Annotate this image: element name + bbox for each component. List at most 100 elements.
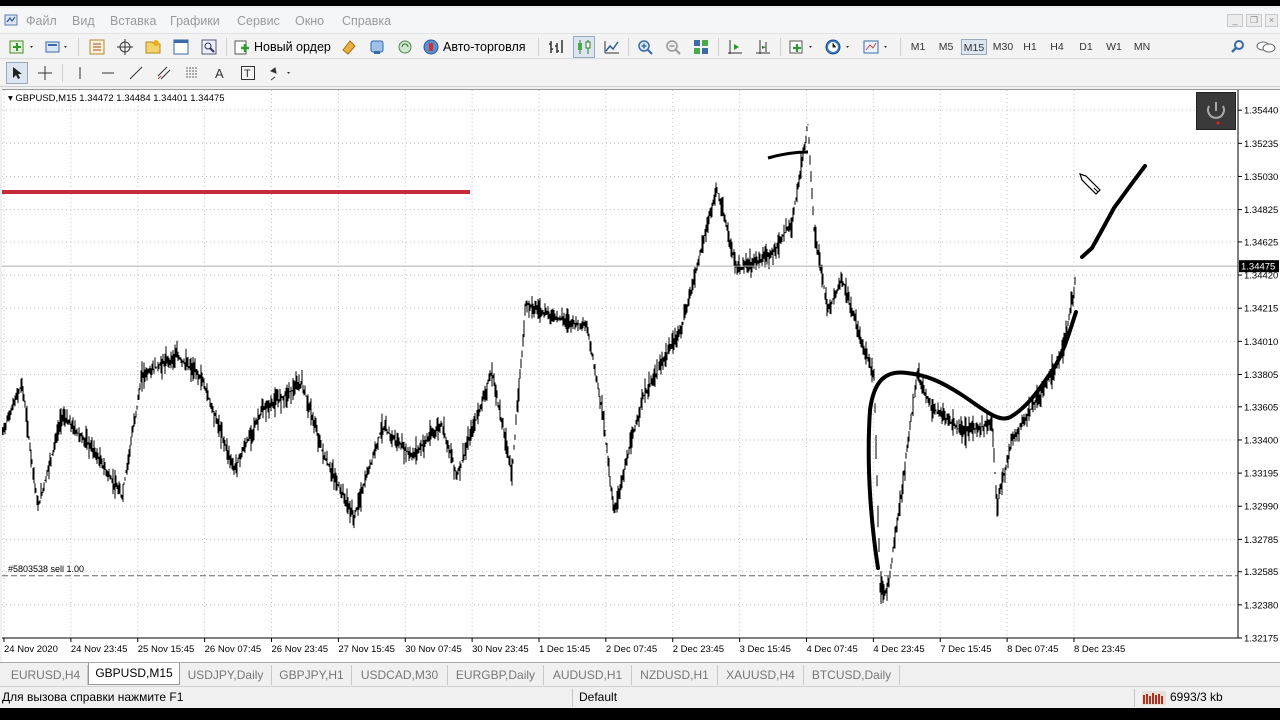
new-chart-icon xyxy=(9,40,33,54)
time-tick-label: 4 Dec 07:45 xyxy=(807,644,858,655)
svg-text:A: A xyxy=(215,66,224,81)
time-tick-label: 26 Nov 07:45 xyxy=(205,644,262,655)
terminal-button[interactable] xyxy=(170,36,192,58)
text-icon: A xyxy=(215,66,224,81)
profiles-icon xyxy=(45,41,67,53)
time-tick-label: 8 Dec 07:45 xyxy=(1007,644,1058,655)
time-tick-label: 4 Dec 23:45 xyxy=(873,644,924,655)
close-icon[interactable]: × xyxy=(1265,14,1278,27)
candles-button[interactable] xyxy=(573,36,595,58)
timeframe-m30[interactable]: M30 xyxy=(990,39,1016,55)
equidistant-channel-button[interactable] xyxy=(154,62,174,84)
timeframe-m5[interactable]: M5 xyxy=(935,39,957,55)
menu-window[interactable]: Окно xyxy=(295,14,324,28)
tab-usdcad-m30[interactable]: USDCAD,M30 xyxy=(352,665,448,685)
zoom-out-button[interactable] xyxy=(662,36,684,58)
chart-window[interactable]: 1.35440 1.35235 1.35030 1.34825 1.34625 1.344… xyxy=(2,89,1280,662)
price-tick-label: 1.35440 xyxy=(1244,106,1278,117)
time-tick-label: 26 Nov 23:45 xyxy=(272,644,329,655)
vps-button[interactable] xyxy=(394,36,416,58)
tab-nzdusd-h1[interactable]: NZDUSD,H1 xyxy=(632,665,718,685)
metaeditor-button[interactable] xyxy=(338,36,360,58)
timeframe-mn[interactable]: MN xyxy=(1131,39,1153,55)
autotrading-label: Авто-торговля xyxy=(443,40,526,54)
horizontal-line-icon xyxy=(102,72,114,74)
menu-insert[interactable]: Вставка xyxy=(110,14,156,28)
arrows-button[interactable] xyxy=(266,62,296,84)
tab-usdjpy-daily[interactable]: USDJPY,Daily xyxy=(180,665,272,685)
autotrading-button[interactable]: Авто-торговля xyxy=(422,36,532,58)
order-label[interactable]: #5803538 sell 1.00 xyxy=(8,564,84,574)
zoom-in-button[interactable] xyxy=(634,36,656,58)
time-tick-label: 25 Nov 15:45 xyxy=(138,644,195,655)
strategy-tester-button[interactable] xyxy=(198,36,220,58)
tab-btcusd-daily[interactable]: BTCUSD,Daily xyxy=(804,665,900,685)
signals-button[interactable] xyxy=(366,36,388,58)
tab-eurgbp-daily[interactable]: EURGBP,Daily xyxy=(448,665,544,685)
text-button[interactable]: A xyxy=(210,62,230,84)
menu-help[interactable]: Справка xyxy=(342,14,391,28)
tab-xauusd-h4[interactable]: XAUUSD,H4 xyxy=(718,665,804,685)
tile-windows-icon xyxy=(694,40,708,54)
price-tick-label: 1.32175 xyxy=(1244,634,1278,645)
connection-status-icon[interactable] xyxy=(1142,691,1166,705)
profiles-button[interactable] xyxy=(42,36,72,58)
line-studies-toolbar: A T xyxy=(0,60,1280,87)
timeframe-w1[interactable]: W1 xyxy=(1104,39,1124,55)
price-tick-label: 1.34215 xyxy=(1244,304,1278,315)
time-tick-label: 2 Dec 23:45 xyxy=(673,644,724,655)
tab-eurusd-h4[interactable]: EURUSD,H4 xyxy=(4,665,88,685)
price-tick-label: 1.34625 xyxy=(1244,237,1278,248)
navigator-button[interactable] xyxy=(142,36,164,58)
tab-gbpusd-m15[interactable]: GBPUSD,M15 xyxy=(88,663,180,685)
line-chart-icon xyxy=(604,41,619,54)
timeframe-h4[interactable]: H4 xyxy=(1047,39,1067,55)
time-tick-label: 3 Dec 15:45 xyxy=(740,644,791,655)
chart-shift-button[interactable] xyxy=(752,36,774,58)
new-chart-button[interactable] xyxy=(6,36,38,58)
hand-drawn-arrow-path xyxy=(1080,164,1147,259)
search-button[interactable] xyxy=(1228,36,1248,58)
bar-chart-icon xyxy=(549,40,563,53)
autoscroll-button[interactable] xyxy=(724,36,746,58)
timeframe-h1[interactable]: H1 xyxy=(1020,39,1040,55)
tab-audusd-h1[interactable]: AUDUSD,H1 xyxy=(544,665,632,685)
text-label-button[interactable]: T xyxy=(238,62,258,84)
templates-button[interactable] xyxy=(860,36,894,58)
periods-button[interactable] xyxy=(822,36,856,58)
crosshair-button[interactable] xyxy=(34,62,56,84)
menu-view[interactable]: Вид xyxy=(72,14,95,28)
minimize-icon[interactable]: _ xyxy=(1227,14,1243,27)
data-window-button[interactable] xyxy=(114,36,136,58)
collapse-triangle-icon[interactable]: ▾ xyxy=(8,93,13,104)
price-tick-label: 1.33195 xyxy=(1244,469,1278,480)
menu-tools[interactable]: Сервис xyxy=(237,14,280,28)
restore-icon[interactable]: ❐ xyxy=(1246,14,1262,27)
timeframe-d1[interactable]: D1 xyxy=(1076,39,1096,55)
bar-chart-button[interactable] xyxy=(545,36,567,58)
indicators-button[interactable] xyxy=(786,36,818,58)
crosshair-tool-icon xyxy=(38,66,52,80)
new-order-button[interactable]: Новый ордер xyxy=(233,36,333,58)
menu-charts[interactable]: Графики xyxy=(170,14,220,28)
tile-windows-button[interactable] xyxy=(690,36,712,58)
market-watch-button[interactable] xyxy=(86,36,108,58)
tab-gbpjpy-h1[interactable]: GBPJPY,H1 xyxy=(272,665,352,685)
fibonacci-button[interactable] xyxy=(182,62,202,84)
power-icon xyxy=(1207,102,1225,125)
price-tick-label: 1.32585 xyxy=(1244,567,1278,578)
horizontal-line-button[interactable] xyxy=(98,62,118,84)
expert-status-panel[interactable] xyxy=(1196,92,1236,130)
indicators-icon xyxy=(789,40,812,54)
price-chart[interactable]: 1.35440 1.35235 1.35030 1.34825 1.34625 1.344… xyxy=(2,90,1280,663)
line-chart-button[interactable] xyxy=(601,36,623,58)
zoom-out-icon xyxy=(666,40,681,55)
vertical-line-button[interactable] xyxy=(70,62,90,84)
search-icon xyxy=(1231,40,1244,53)
timeframe-m1[interactable]: M1 xyxy=(907,39,929,55)
trendline-button[interactable] xyxy=(126,62,146,84)
menu-file[interactable]: Файл xyxy=(26,14,57,28)
chat-button[interactable] xyxy=(1254,36,1278,58)
timeframe-m15[interactable]: M15 xyxy=(961,39,987,55)
cursor-button[interactable] xyxy=(6,62,28,84)
